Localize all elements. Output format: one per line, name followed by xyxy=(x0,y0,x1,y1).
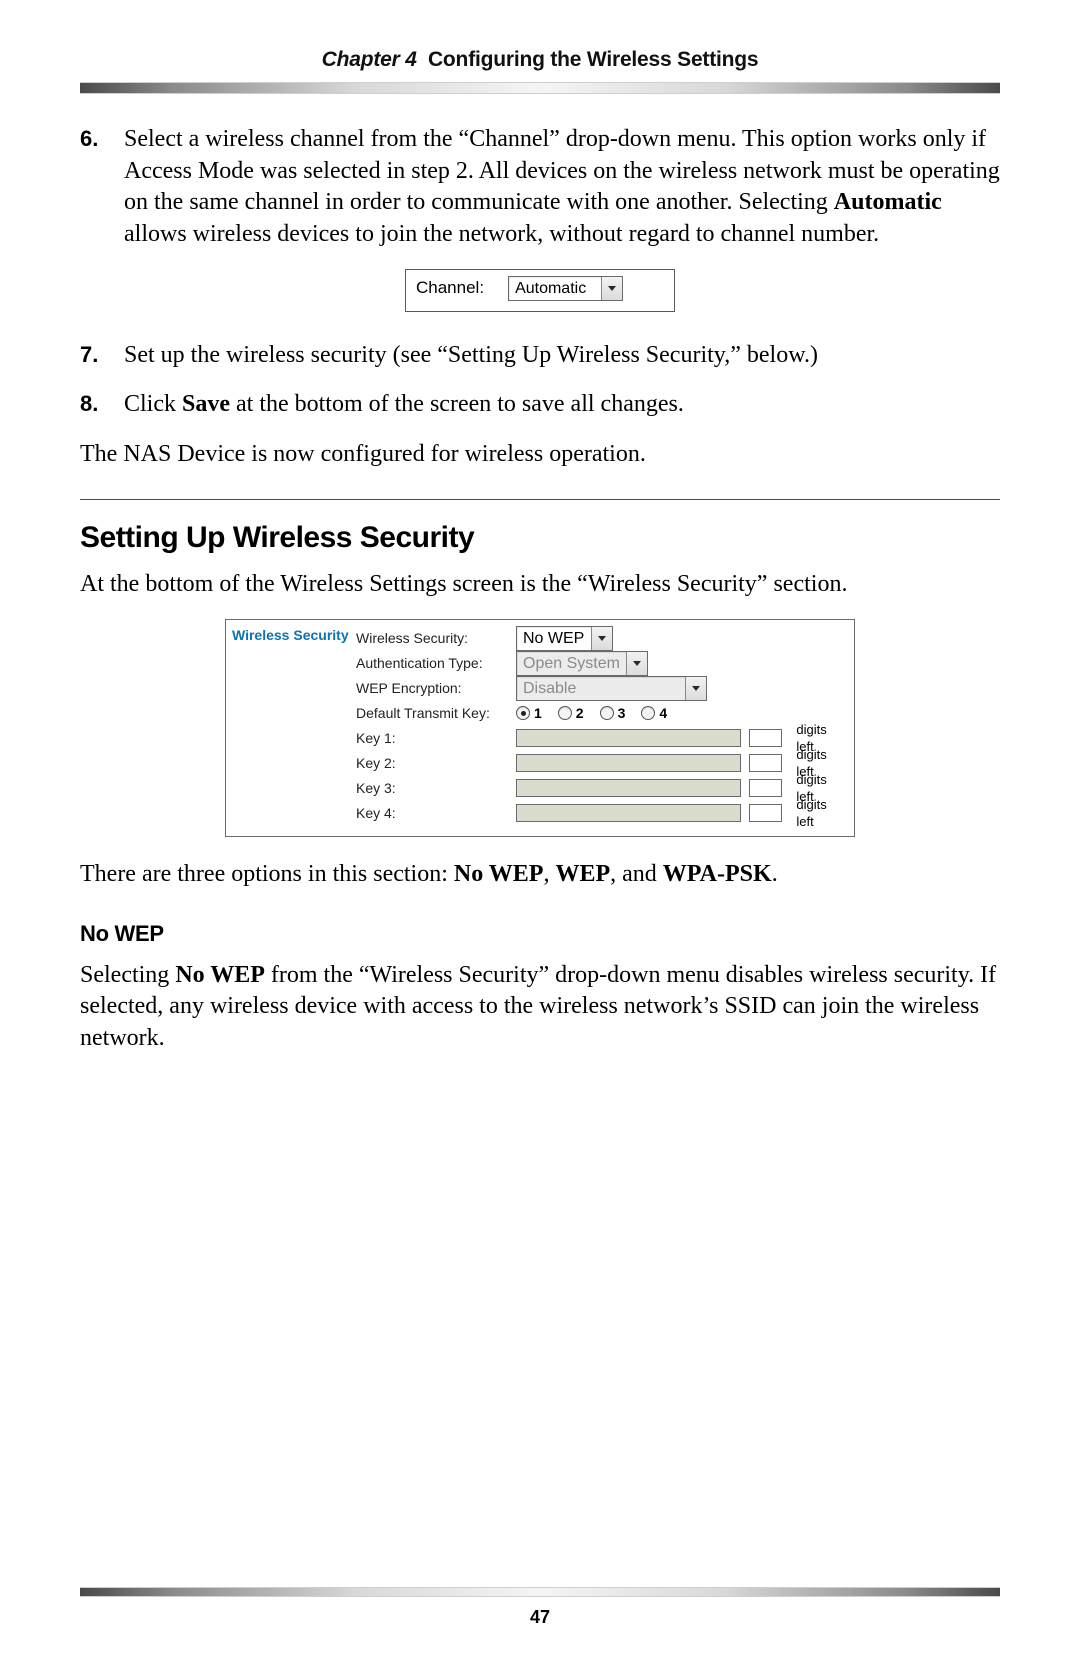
nowep-paragraph: Selecting No WEP from the “Wireless Secu… xyxy=(80,960,1000,1055)
channel-figure: Channel: Automatic xyxy=(405,269,675,312)
options-sep2: , and xyxy=(610,861,663,887)
key-4-digits-input[interactable] xyxy=(749,804,783,822)
auth-type-dropdown[interactable]: Open System xyxy=(516,651,648,676)
section-divider xyxy=(80,499,1000,500)
field-label: Default Transmit Key: xyxy=(356,704,506,722)
step-number: 8. xyxy=(80,389,124,421)
key-2-input[interactable] xyxy=(516,754,741,772)
header-divider xyxy=(80,82,1000,94)
step-6-text-b: allows wireless devices to join the netw… xyxy=(124,221,879,247)
chapter-title: Configuring the Wireless Settings xyxy=(428,48,758,71)
radio-icon xyxy=(558,706,572,720)
dropdown-value: Disable xyxy=(517,677,685,700)
key-1-digits-input[interactable] xyxy=(749,729,783,747)
step-number: 7. xyxy=(80,340,124,372)
channel-dropdown[interactable]: Automatic xyxy=(508,276,623,301)
step-6-bold: Automatic xyxy=(834,189,942,215)
panel-title: Wireless Security xyxy=(226,620,356,836)
chapter-number: Chapter 4 xyxy=(322,48,417,71)
post-steps-paragraph: The NAS Device is now configured for wir… xyxy=(80,439,1000,471)
chevron-down-icon[interactable] xyxy=(685,677,706,700)
step-8-bold: Save xyxy=(182,391,230,417)
field-label: Key 2: xyxy=(356,754,506,772)
options-sep1: , xyxy=(543,861,555,887)
radio-key-3[interactable]: 3 xyxy=(600,704,626,722)
chevron-down-icon[interactable] xyxy=(626,652,647,675)
options-paragraph: There are three options in this section:… xyxy=(80,859,1000,891)
field-label: Key 4: xyxy=(356,804,506,822)
wireless-security-panel: Wireless Security Wireless Security: No … xyxy=(225,619,855,837)
key-3-digits-input[interactable] xyxy=(749,779,783,797)
wireless-security-dropdown[interactable]: No WEP xyxy=(516,626,613,651)
footer: 47 xyxy=(80,1587,1000,1628)
step-text: Click Save at the bottom of the screen t… xyxy=(124,389,1000,421)
post-steps-b: Device is now configured for wireless op… xyxy=(171,441,646,467)
step-number: 6. xyxy=(80,124,124,251)
section-intro: At the bottom of the Wireless Settings s… xyxy=(80,569,1000,601)
nowep-bold: No WEP xyxy=(175,962,265,988)
digits-left-label: digits left xyxy=(796,796,844,830)
footer-divider xyxy=(80,1587,1000,1597)
step-8-text-a: Click xyxy=(124,391,182,417)
options-b2: WEP xyxy=(555,861,610,887)
radio-icon xyxy=(600,706,614,720)
radio-label: 2 xyxy=(576,704,584,722)
step-8: 8. Click Save at the bottom of the scree… xyxy=(80,389,1000,421)
transmit-key-radio-group: 1 2 3 4 xyxy=(516,704,667,722)
key-4-input[interactable] xyxy=(516,804,741,822)
options-a: There are three options in this section: xyxy=(80,861,454,887)
section-heading: Setting Up Wireless Security xyxy=(80,518,1000,558)
field-label: WEP Encryption: xyxy=(356,679,506,697)
step-6: 6. Select a wireless channel from the “C… xyxy=(80,124,1000,251)
row-wep-encryption: WEP Encryption: Disable xyxy=(356,676,844,701)
options-b3: WPA-PSK xyxy=(663,861,772,887)
field-label: Authentication Type: xyxy=(356,654,506,672)
field-label: Key 1: xyxy=(356,729,506,747)
radio-label: 3 xyxy=(618,704,626,722)
wep-encryption-dropdown[interactable]: Disable xyxy=(516,676,707,701)
key-3-input[interactable] xyxy=(516,779,741,797)
document-page: Chapter 4 Configuring the Wireless Setti… xyxy=(0,0,1080,1668)
options-end: . xyxy=(772,861,778,887)
channel-dropdown-value: Automatic xyxy=(509,277,601,300)
radio-key-1[interactable]: 1 xyxy=(516,704,542,722)
radio-label: 1 xyxy=(534,704,542,722)
nowep-a: Selecting xyxy=(80,962,175,988)
radio-icon xyxy=(516,706,530,720)
page-header: Chapter 4 Configuring the Wireless Setti… xyxy=(80,48,1000,72)
radio-label: 4 xyxy=(659,704,667,722)
options-b1: No WEP xyxy=(454,861,544,887)
chevron-down-icon[interactable] xyxy=(591,627,612,650)
row-key-4: Key 4: digits left xyxy=(356,801,844,826)
page-number: 47 xyxy=(80,1607,1000,1628)
key-2-digits-input[interactable] xyxy=(749,754,783,772)
dropdown-value: No WEP xyxy=(517,627,591,650)
row-auth-type: Authentication Type: Open System xyxy=(356,651,844,676)
radio-key-2[interactable]: 2 xyxy=(558,704,584,722)
dropdown-value: Open System xyxy=(517,652,626,675)
nas-smallcaps: NAS xyxy=(123,441,171,467)
chevron-down-icon[interactable] xyxy=(601,277,622,300)
radio-icon xyxy=(641,706,655,720)
row-wireless-security: Wireless Security: No WEP xyxy=(356,626,844,651)
step-text: Select a wireless channel from the “Chan… xyxy=(124,124,1000,251)
field-label: Key 3: xyxy=(356,779,506,797)
post-steps-a: The xyxy=(80,441,123,467)
step-text: Set up the wireless security (see “Setti… xyxy=(124,340,1000,372)
nowep-heading: No WEP xyxy=(80,919,1000,948)
radio-key-4[interactable]: 4 xyxy=(641,704,667,722)
step-7: 7. Set up the wireless security (see “Se… xyxy=(80,340,1000,372)
step-8-text-b: at the bottom of the screen to save all … xyxy=(230,391,684,417)
field-label: Wireless Security: xyxy=(356,629,506,647)
channel-label: Channel: xyxy=(416,277,484,299)
key-1-input[interactable] xyxy=(516,729,741,747)
